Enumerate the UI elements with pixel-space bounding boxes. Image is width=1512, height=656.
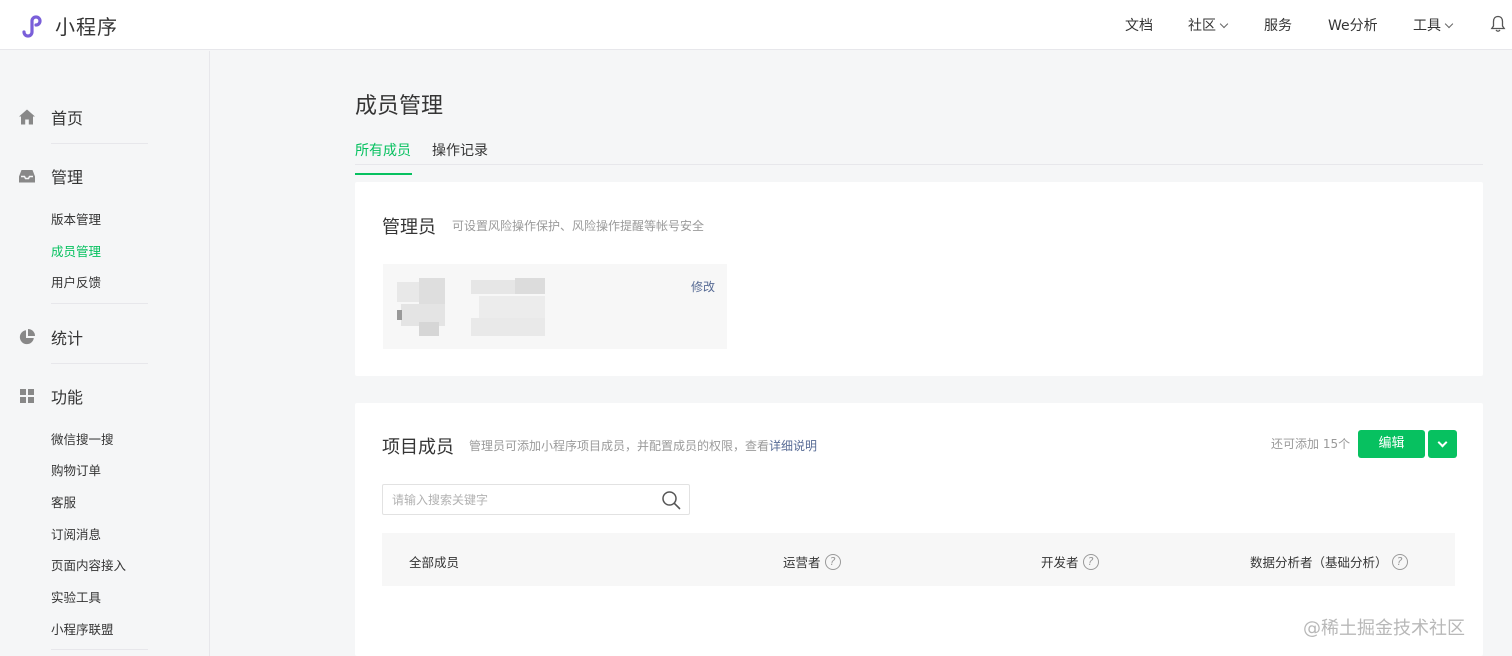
watermark: @稀土掘金技术社区 [1303, 618, 1465, 639]
column-data-analysts-label: 数据分析者（基础分析） [1250, 555, 1388, 570]
sidebar-item-subscribe-messages[interactable]: 订阅消息 [51, 524, 101, 543]
divider [51, 363, 148, 364]
members-card-desc: 管理员可添加小程序项目成员，并配置成员的权限，查看详细说明 [469, 437, 817, 454]
topnav-we-analytics[interactable]: We分析 [1328, 15, 1378, 35]
topnav-community-label: 社区 [1188, 18, 1216, 34]
sidebar-item-mini-program-alliance[interactable]: 小程序联盟 [51, 619, 114, 638]
sidebar-item-features-label: 功能 [51, 388, 84, 407]
topnav-tools-label: 工具 [1413, 18, 1441, 34]
sidebar-item-home-label: 首页 [51, 109, 84, 128]
bell-icon[interactable] [1490, 15, 1506, 33]
column-developers-label: 开发者 [1041, 555, 1079, 570]
topnav-services-label: 服务 [1264, 18, 1292, 34]
members-table-header: 全部成员 运营者? 开发者? 数据分析者（基础分析）? [382, 533, 1455, 586]
topnav-docs-label: 文档 [1125, 18, 1153, 34]
remaining-count: 还可添加 15个 [1271, 437, 1351, 451]
active-tab-indicator [355, 173, 412, 175]
search-icon[interactable] [661, 490, 681, 510]
help-icon[interactable]: ? [824, 553, 841, 570]
search-input[interactable] [392, 491, 652, 509]
chevron-down-icon [1437, 437, 1448, 448]
sidebar-item-stats-label: 统计 [51, 329, 84, 348]
sidebar-item-stats[interactable]: 统计 [18, 325, 83, 349]
sidebar-item-user-feedback[interactable]: 用户反馈 [51, 272, 101, 291]
member-search [382, 484, 690, 515]
divider [51, 143, 148, 144]
sidebar-item-wechat-search[interactable]: 微信搜一搜 [51, 429, 114, 448]
column-all-members-label: 全部成员 [409, 555, 460, 570]
brand-name: 小程序 [55, 15, 118, 39]
home-icon [19, 109, 35, 125]
help-icon[interactable]: ? [1391, 553, 1408, 570]
topnav-docs[interactable]: 文档 [1125, 15, 1153, 35]
column-developers: 开发者? [1041, 552, 1099, 571]
members-desc-text: 管理员可添加小程序项目成员，并配置成员的权限，查看 [469, 439, 770, 453]
admin-card-desc: 可设置风险操作保护、风险操作提醒等帐号安全 [452, 219, 705, 233]
sidebar-item-manage[interactable]: 管理 [18, 164, 83, 188]
top-bar: 小程序 文档 社区 服务 We分析 工具 [0, 0, 1512, 50]
sidebar-item-member-management[interactable]: 成员管理 [51, 241, 101, 260]
help-icon[interactable]: ? [1082, 553, 1099, 570]
sidebar-item-experiment-tools[interactable]: 实验工具 [51, 587, 101, 606]
tab-bar: 所有成员 操作记录 [355, 130, 1483, 175]
pie-chart-icon [19, 329, 35, 345]
column-all-members[interactable]: 全部成员 [409, 552, 459, 571]
admin-card-title: 管理员 [382, 217, 436, 238]
more-options-button[interactable] [1428, 430, 1457, 458]
admin-profile: 修改 [383, 264, 727, 349]
sidebar-item-shopping-orders[interactable]: 购物订单 [51, 460, 101, 479]
divider [51, 303, 148, 304]
edit-members-button[interactable]: 编辑 [1358, 430, 1425, 458]
column-operators: 运营者? [783, 552, 841, 571]
admin-card: 管理员 可设置风险操作保护、风险操作提醒等帐号安全 修改 [355, 182, 1483, 376]
sidebar-item-customer-service[interactable]: 客服 [51, 492, 76, 511]
page-title: 成员管理 [355, 94, 444, 119]
topnav-we-analytics-label: We分析 [1328, 18, 1378, 34]
chevron-down-icon [1444, 19, 1454, 29]
chevron-down-icon [1219, 19, 1229, 29]
inbox-icon [19, 170, 35, 183]
members-card-title: 项目成员 [382, 437, 454, 458]
sidebar-item-manage-label: 管理 [51, 168, 84, 187]
modify-admin-link[interactable]: 修改 [691, 278, 715, 295]
tab-all-members[interactable]: 所有成员 [355, 140, 412, 175]
divider [51, 649, 148, 650]
column-data-analysts: 数据分析者（基础分析）? [1250, 552, 1408, 571]
tab-all-members-label: 所有成员 [355, 143, 411, 159]
topnav-tools[interactable]: 工具 [1413, 15, 1454, 35]
tab-operation-log[interactable]: 操作记录 [432, 140, 488, 160]
column-operators-label: 运营者 [783, 555, 821, 570]
sidebar-item-page-content[interactable]: 页面内容接入 [51, 555, 126, 574]
sidebar-item-version-management[interactable]: 版本管理 [51, 209, 101, 228]
mini-program-logo-icon [22, 14, 42, 38]
brand[interactable]: 小程序 [18, 11, 118, 40]
sidebar-item-features[interactable]: 功能 [18, 384, 83, 408]
sidebar: 首页 管理 版本管理 成员管理 用户反馈 统计 功能 微信搜一搜 购物订单 客服… [0, 51, 210, 656]
details-link[interactable]: 详细说明 [769, 439, 817, 453]
topnav-community[interactable]: 社区 [1188, 15, 1229, 35]
topnav-services[interactable]: 服务 [1264, 15, 1292, 35]
sidebar-item-home[interactable]: 首页 [18, 105, 83, 129]
grid-icon [20, 389, 34, 403]
